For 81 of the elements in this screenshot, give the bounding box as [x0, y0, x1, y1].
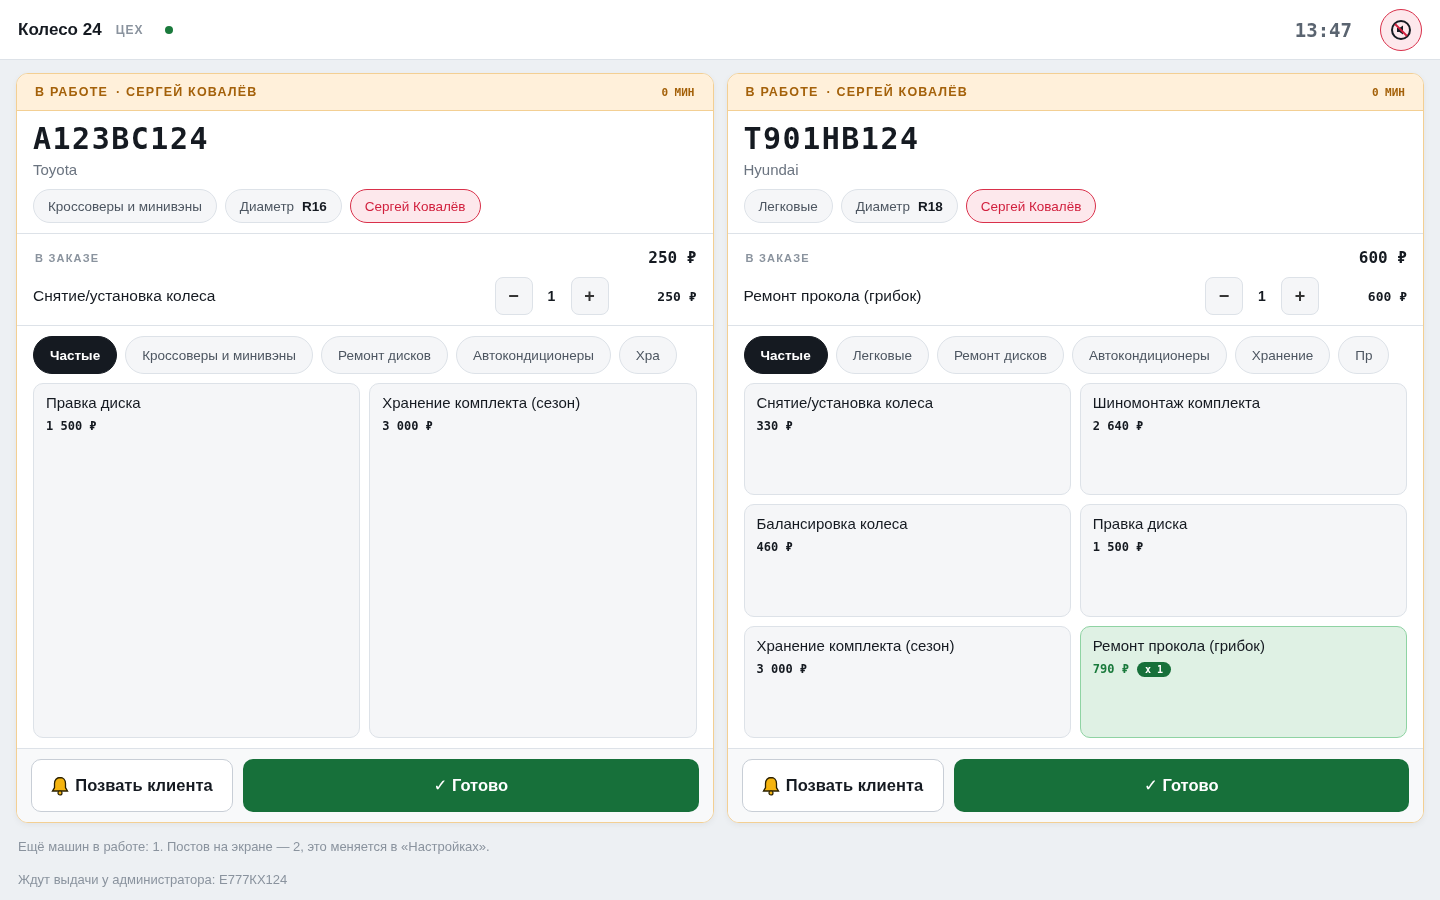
car-make: Hyundai [743, 161, 800, 178]
category-tab[interactable]: Хранение [1234, 336, 1331, 374]
tag-value: R18 [918, 198, 943, 214]
call-client-button[interactable]: Позвать клиента [31, 759, 233, 812]
service-name: Хранение комплекта (сезон) [382, 394, 581, 411]
done-button[interactable]: ✓ Готово [243, 759, 699, 812]
category-tab[interactable]: Автокондиционеры [456, 336, 611, 374]
clock: 13:47 [1294, 18, 1352, 41]
service-name: Хранение комплекта (сезон) [756, 636, 955, 654]
category-tag: Кроссоверы и минивэны [33, 189, 217, 223]
service-price: 330 ₽ [756, 419, 793, 433]
quantity: 1 [1257, 288, 1267, 304]
increase-button[interactable]: + [1281, 277, 1319, 315]
decrease-button[interactable]: − [494, 277, 533, 315]
master-name: · СЕРГЕЙ КОВАЛЁВ [826, 85, 969, 99]
service-tile[interactable]: Хранение комплекта (сезон) 3 000 ₽ [369, 383, 697, 738]
decrease-button[interactable]: − [1205, 277, 1243, 315]
elapsed-time: 0 МИН [661, 85, 695, 99]
service-tile[interactable]: Снятие/установка колеса 330 ₽ [743, 383, 1071, 496]
category-tab[interactable]: Пр [1338, 336, 1390, 374]
category-tab[interactable]: Частые [33, 336, 118, 374]
service-price: 3 000 ₽ [382, 419, 433, 433]
category-tab[interactable]: Автокондиционеры [1071, 336, 1227, 374]
elapsed-time: 0 МИН [1371, 85, 1405, 99]
service-name: Балансировка колеса [756, 515, 908, 533]
service-tile[interactable]: Шиномонтаж комплекта 2 640 ₽ [1079, 383, 1407, 496]
service-name: Шиномонтаж комплекта [1092, 394, 1261, 411]
info-note: Ждут выдачи у администратора: Е777КХ124 [18, 872, 289, 887]
tag-label: Диаметр [855, 198, 910, 214]
status-label: В РАБОТЕ [35, 85, 109, 99]
license-plate: Т901НВ124 [743, 121, 921, 157]
category-tab[interactable]: Ремонт дисков [936, 336, 1064, 374]
service-price: 460 ₽ [756, 540, 793, 555]
master-tag: Сергей Ковалёв [965, 189, 1097, 223]
service-tile[interactable]: Правка диска 1 500 ₽ [33, 383, 361, 738]
service-tile[interactable]: Ремонт прокола (грибок) 790 ₽ x 1 [1079, 625, 1407, 738]
increase-button[interactable]: + [570, 277, 609, 315]
service-price: 1 500 ₽ [46, 419, 97, 433]
brand-name: Колесо 24 [18, 19, 102, 40]
category-tab[interactable]: Частые [743, 336, 828, 374]
status-label: В РАБОТЕ [745, 85, 819, 99]
car-make: Toyota [33, 161, 79, 178]
service-tile[interactable]: Балансировка колеса 460 ₽ [743, 504, 1071, 617]
category-tab[interactable]: Кроссоверы и минивэны [125, 336, 313, 374]
tag-value: R16 [302, 198, 327, 214]
tag-label: Диаметр [239, 198, 295, 214]
master-name: · СЕРГЕЙ КОВАЛЁВ [116, 85, 258, 99]
license-plate: А123ВС124 [33, 121, 211, 157]
service-name: Ремонт прокола (грибок) [1092, 636, 1265, 654]
category-tab[interactable]: Хра [618, 336, 677, 374]
service-tile[interactable]: Хранение комплекта (сезон) 3 000 ₽ [743, 625, 1071, 738]
service-name: Правка диска [46, 394, 141, 411]
order-total: 250 ₽ [648, 248, 697, 267]
section-label: ЦЕХ [115, 22, 144, 37]
order-total: 600 ₽ [1358, 248, 1407, 267]
service-tile[interactable]: Правка диска 1 500 ₽ [1079, 504, 1407, 617]
category-tab[interactable]: Легковые [835, 336, 929, 374]
service-price: 790 ₽ [1092, 662, 1129, 677]
service-name: Снятие/установка колеса [756, 394, 934, 411]
mute-icon [1390, 18, 1412, 41]
quantity-badge: x 1 [1136, 661, 1171, 677]
order-item-name: Ремонт прокола (грибок) [743, 287, 923, 305]
quantity: 1 [546, 288, 557, 304]
bell-icon [51, 775, 70, 796]
service-price: 2 640 ₽ [1092, 419, 1144, 433]
service-price: 1 500 ₽ [1092, 540, 1144, 555]
order-label: В ЗАКАЗЕ [35, 251, 100, 264]
order-label: В ЗАКАЗЕ [745, 251, 810, 264]
master-tag: Сергей Ковалёв [349, 189, 481, 223]
call-client-button[interactable]: Позвать клиента [741, 759, 944, 812]
info-note: Ещё машин в работе: 1. Постов на экране — 2, это меняется в «Настройках». [18, 839, 491, 854]
category-tag: Легковые [743, 189, 833, 223]
service-name: Правка диска [1092, 515, 1188, 533]
category-tab[interactable]: Ремонт дисков [321, 336, 449, 374]
service-price: 3 000 ₽ [756, 661, 808, 676]
bell-icon [761, 775, 780, 796]
done-button[interactable]: ✓ Готово [953, 759, 1409, 812]
sound-toggle-button[interactable] [1380, 8, 1422, 51]
order-item-sum: 600 ₽ [1366, 288, 1407, 304]
order-item-sum: 250 ₽ [656, 288, 697, 304]
order-item-name: Снятие/установка колеса [33, 287, 217, 305]
